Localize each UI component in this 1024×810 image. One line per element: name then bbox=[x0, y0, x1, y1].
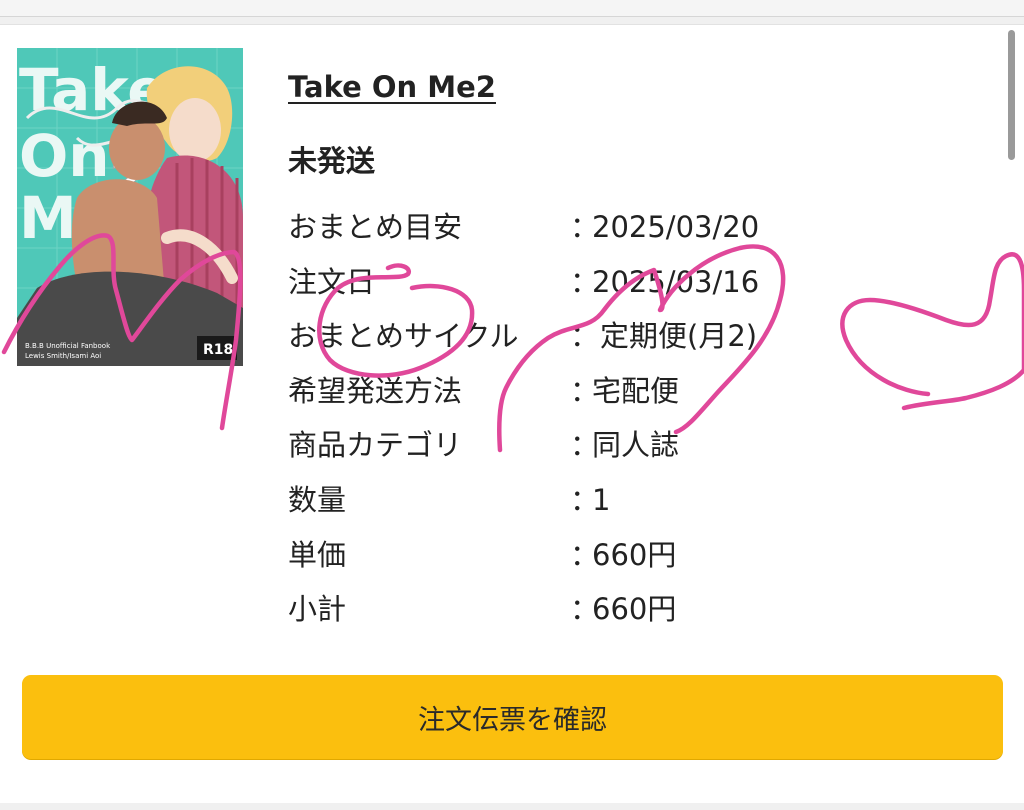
detail-label: 数量 bbox=[288, 482, 347, 517]
top-divider bbox=[0, 0, 1024, 17]
product-title-link[interactable]: Take On Me2 bbox=[288, 70, 496, 104]
product-cover-image[interactable]: Take On Me 2 B.B.B Unofficial Fanbook Le… bbox=[17, 48, 243, 366]
r18-badge: R18 bbox=[203, 342, 233, 358]
detail-row-unit-price: 単価 ： 660円 bbox=[288, 528, 848, 583]
detail-value: 2025/03/20 bbox=[592, 210, 760, 244]
detail-value: 同人誌 bbox=[592, 428, 680, 463]
detail-value: 2025/03/16 bbox=[592, 264, 760, 299]
cover-subtitle: B.B.B Unofficial Fanbook bbox=[25, 342, 111, 350]
order-page: Take On Me 2 B.B.B Unofficial Fanbook Le… bbox=[0, 0, 1024, 810]
detail-label: 商品カテゴリ bbox=[288, 428, 463, 463]
detail-row-quantity: 数量 ： 1 bbox=[288, 473, 848, 528]
view-order-slip-button[interactable]: 注文伝票を確認 bbox=[22, 675, 1003, 759]
detail-label: おまとめサイクル bbox=[288, 319, 519, 354]
detail-row-shipping-method: 希望発送方法 ： 宅配便 bbox=[288, 364, 848, 419]
detail-label: 単価 bbox=[288, 537, 347, 572]
detail-label: 注文日 bbox=[288, 264, 376, 299]
detail-row-order-date: 注文日 ： 2025/03/16 bbox=[288, 255, 848, 310]
svg-text:On: On bbox=[19, 122, 110, 190]
detail-value: 660円 bbox=[592, 537, 677, 572]
cover-art: Take On Me 2 B.B.B Unofficial Fanbook Le… bbox=[17, 48, 243, 366]
detail-label: 希望発送方法 bbox=[288, 373, 463, 408]
detail-colon: ： bbox=[570, 319, 600, 354]
detail-label: 小計 bbox=[288, 592, 347, 627]
detail-value: 660円 bbox=[592, 592, 677, 627]
detail-row-category: 商品カテゴリ ： 同人誌 bbox=[288, 418, 848, 473]
detail-value: 1 bbox=[592, 482, 611, 517]
detail-row-consolidation-date: おまとめ目安 ： 2025/03/20 bbox=[288, 200, 848, 255]
detail-value: 宅配便 bbox=[592, 373, 680, 408]
scrollbar[interactable] bbox=[1008, 30, 1015, 160]
detail-row-subtotal: 小計 ： 660円 bbox=[288, 582, 848, 637]
detail-label: おまとめ目安 bbox=[288, 210, 463, 244]
shipping-status: 未発送 bbox=[288, 144, 376, 178]
detail-value: 定期便(月2) bbox=[600, 319, 758, 354]
cover-authors: Lewis Smith/Isami Aoi bbox=[25, 352, 101, 360]
order-details-list: おまとめ目安 ： 2025/03/20 注文日 ： 2025/03/16 おまと… bbox=[288, 200, 848, 637]
detail-row-consolidation-cycle: おまとめサイクル ： 定期便(月2) bbox=[288, 309, 848, 364]
